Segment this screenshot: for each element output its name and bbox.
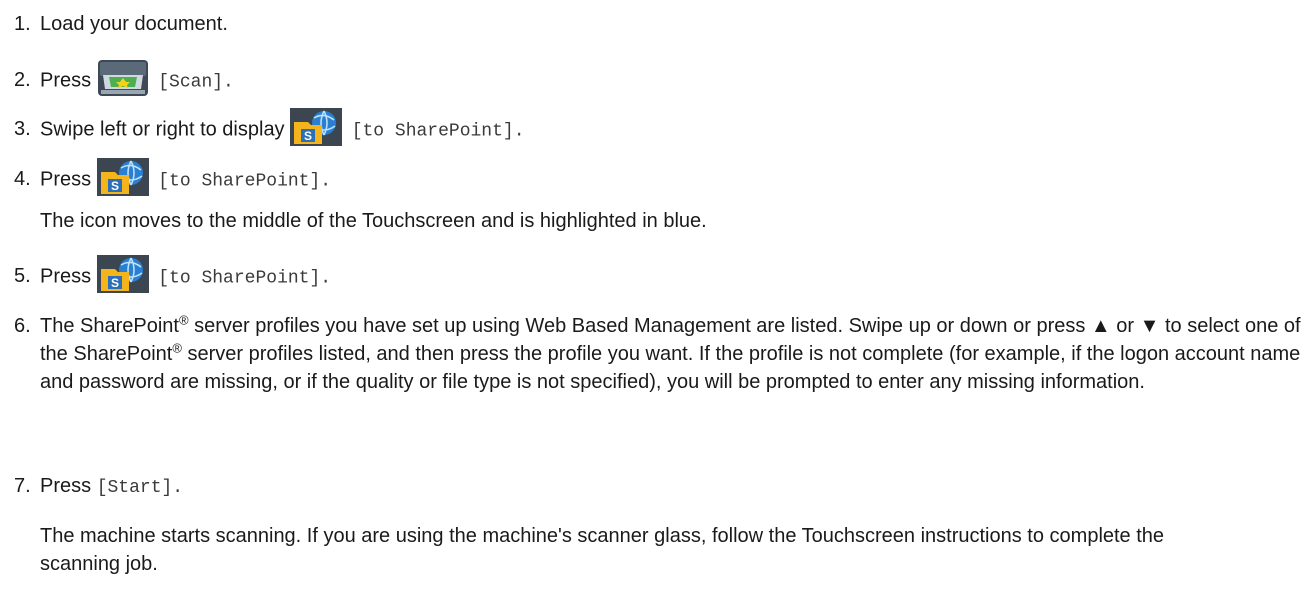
step-number: 1. bbox=[14, 13, 31, 35]
step-6-text: The SharePoint® server profiles you have… bbox=[40, 312, 1301, 393]
sharepoint-label: [to SharePoint]. bbox=[158, 268, 332, 289]
step-number: 3. bbox=[14, 118, 31, 141]
step-number: 5. bbox=[14, 265, 31, 288]
sharepoint-label: [to SharePoint]. bbox=[351, 121, 525, 142]
step-text: Swipe left or right to display bbox=[40, 118, 285, 141]
step-text: Press bbox=[40, 265, 92, 288]
scan-icon bbox=[97, 59, 149, 97]
scan-label: [Scan]. bbox=[158, 72, 234, 93]
step-5: 5. Press S [to SharePoint]. bbox=[14, 255, 332, 296]
step-7: 7. Press [Start]. bbox=[14, 474, 183, 500]
step-number: 6. bbox=[14, 315, 31, 337]
sharepoint-label: [to SharePoint]. bbox=[158, 171, 332, 192]
svg-text:S: S bbox=[111, 276, 119, 290]
step-number: 7. bbox=[14, 475, 31, 497]
start-label: [Start]. bbox=[96, 478, 184, 498]
step-text: Load your document. bbox=[40, 13, 228, 35]
step-number: 2. bbox=[14, 69, 31, 92]
svg-text:S: S bbox=[304, 129, 312, 143]
step-7-note: The machine starts scanning. If you are … bbox=[40, 525, 1165, 575]
step-3: 3. Swipe left or right to display S [to S… bbox=[14, 108, 525, 149]
svg-text:S: S bbox=[111, 179, 119, 193]
sharepoint-icon: S bbox=[96, 158, 149, 196]
step-text: Press bbox=[40, 69, 92, 92]
step-1: 1. Load your document. bbox=[14, 12, 228, 36]
step-2: 2. Press [Scan]. bbox=[14, 59, 234, 100]
step-text: Press bbox=[40, 475, 92, 497]
step-number: 4. bbox=[14, 168, 31, 191]
sharepoint-icon: S bbox=[290, 108, 343, 146]
step-4: 4. Press S [to SharePoint]. bbox=[14, 158, 332, 199]
sharepoint-icon: S bbox=[96, 255, 149, 293]
step-text: Press bbox=[40, 168, 92, 191]
step-4-note: The icon moves to the middle of the Touc… bbox=[40, 210, 707, 232]
